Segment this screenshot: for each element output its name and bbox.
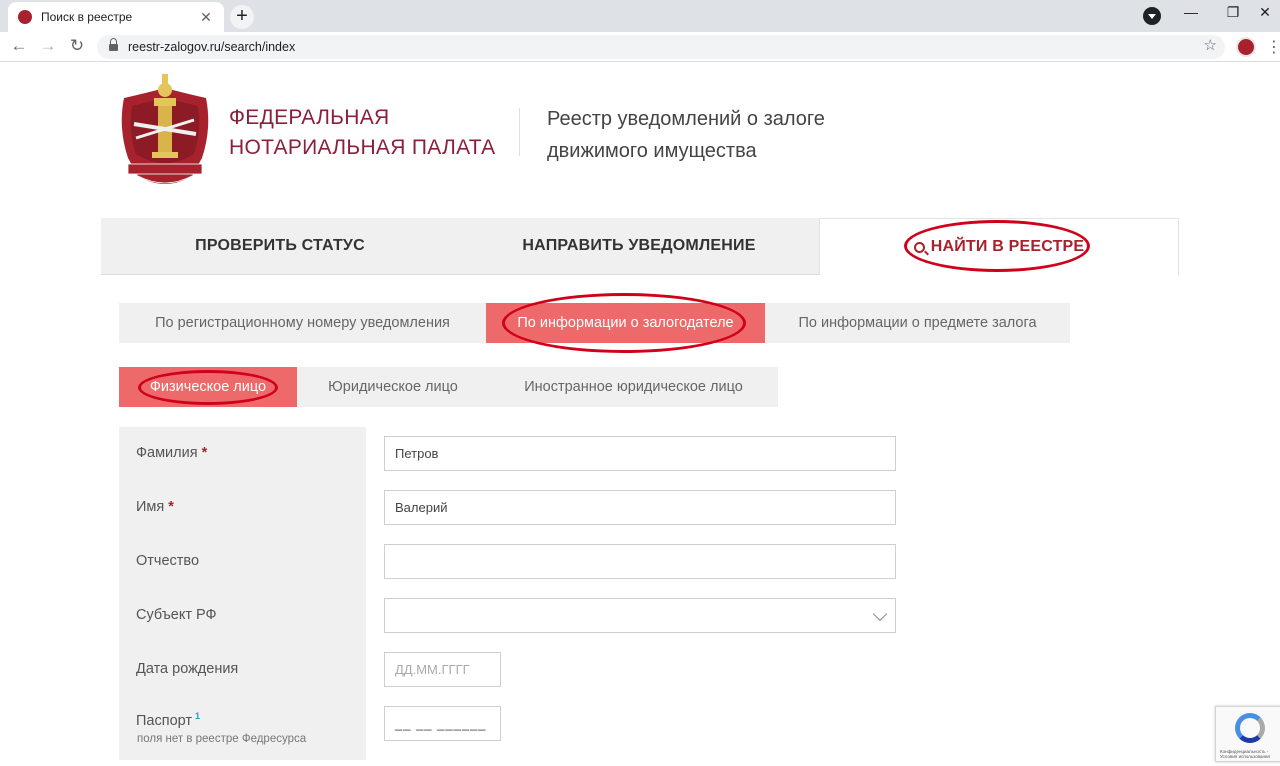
minimize-button[interactable]: — — [1176, 4, 1206, 20]
forward-button[interactable]: → — [37, 36, 59, 56]
tab-title: Поиск в реестре — [41, 10, 133, 24]
tab-by-pledge-subject[interactable]: По информации о предмете залога — [765, 303, 1070, 343]
search-icon — [913, 241, 925, 253]
close-icon[interactable]: ✕ — [198, 9, 214, 26]
recaptcha-badge[interactable]: Конфиденциальность - Условия использован… — [1215, 706, 1280, 762]
nav-search-registry-label: НАЙТИ В РЕЕСТРЕ — [930, 238, 1085, 255]
passport-input[interactable]: __ __ ______ — [384, 706, 501, 741]
header-divider — [519, 108, 520, 156]
window-close-button[interactable]: ✕ — [1250, 4, 1280, 21]
birth-date-label: Дата рождения — [136, 661, 239, 677]
media-control-icon[interactable] — [1143, 7, 1161, 25]
back-button[interactable]: ← — [8, 36, 30, 56]
required-marker: * — [201, 445, 208, 461]
last-name-input[interactable]: Петров — [384, 436, 896, 471]
recaptcha-icon — [1235, 713, 1265, 743]
search-type-tabs: По регистрационному номеру уведомления П… — [119, 303, 1070, 343]
tab-by-registration-number[interactable]: По регистрационному номеру уведомления — [119, 303, 486, 343]
passport-hint: поля нет в реестре Федресурса — [137, 733, 307, 745]
bookmark-star-icon[interactable]: ☆ — [1204, 36, 1217, 54]
person-type-tabs: Физическое лицо Юридическое лицо Иностра… — [119, 367, 778, 407]
tab-by-pledgor-info[interactable]: По информации о залогодателе — [486, 303, 765, 343]
notary-chamber-emblem-icon — [121, 74, 209, 184]
region-select[interactable] — [384, 598, 896, 633]
lock-icon[interactable] — [109, 38, 118, 52]
site-favicon-icon — [18, 10, 32, 24]
required-marker: * — [168, 499, 174, 515]
patronymic-label: Отчество — [136, 553, 200, 569]
address-bar[interactable]: reestr-zalogov.ru/search/index ☆ — [97, 35, 1225, 59]
nav-check-status[interactable]: ПРОВЕРИТЬ СТАТУС — [101, 218, 459, 275]
birth-date-input[interactable]: ДД.ММ.ГГГГ — [384, 652, 501, 687]
tab-foreign-legal-entity[interactable]: Иностранное юридическое лицо — [489, 367, 778, 407]
first-name-label: Имя * — [136, 499, 174, 515]
restore-button[interactable]: ❐ — [1218, 4, 1248, 21]
patronymic-input[interactable] — [384, 544, 896, 579]
reload-button[interactable]: ↻ — [66, 36, 88, 56]
url-text: reestr-zalogov.ru/search/index — [128, 40, 296, 54]
last-name-label: Фамилия * — [136, 445, 208, 461]
browser-menu-button[interactable]: ⋮ — [1266, 37, 1280, 57]
browser-tab[interactable]: Поиск в реестре ✕ — [8, 2, 224, 32]
region-label: Субъект РФ — [136, 607, 217, 623]
registry-title: Реестр уведомлений о залоге движимого им… — [547, 108, 825, 162]
passport-label: Паспорт 1 — [136, 711, 201, 729]
recaptcha-links[interactable]: Конфиденциальность - Условия использован… — [1220, 749, 1280, 759]
footnote-marker[interactable]: 1 — [195, 711, 200, 721]
organization-name[interactable]: ФЕДЕРАЛЬНАЯ НОТАРИАЛЬНАЯ ПАЛАТА — [229, 103, 496, 163]
tab-individual[interactable]: Физическое лицо — [119, 367, 297, 407]
extension-icon[interactable] — [1236, 37, 1256, 57]
new-tab-button[interactable]: + — [230, 5, 254, 29]
browser-toolbar: ← → ↻ reestr-zalogov.ru/search/index ☆ ⋮ — [0, 32, 1280, 62]
chevron-down-icon — [872, 606, 888, 622]
main-navigation: ПРОВЕРИТЬ СТАТУС НАПРАВИТЬ УВЕДОМЛЕНИЕ Н… — [101, 218, 1179, 275]
tab-legal-entity[interactable]: Юридическое лицо — [297, 367, 489, 407]
first-name-input[interactable]: Валерий — [384, 490, 896, 525]
nav-search-registry[interactable]: НАЙТИ В РЕЕСТРЕ — [819, 218, 1179, 275]
nav-send-notification[interactable]: НАПРАВИТЬ УВЕДОМЛЕНИЕ — [459, 218, 819, 275]
browser-tab-bar: Поиск в реестре ✕ + — ❐ ✕ — [0, 0, 1280, 32]
